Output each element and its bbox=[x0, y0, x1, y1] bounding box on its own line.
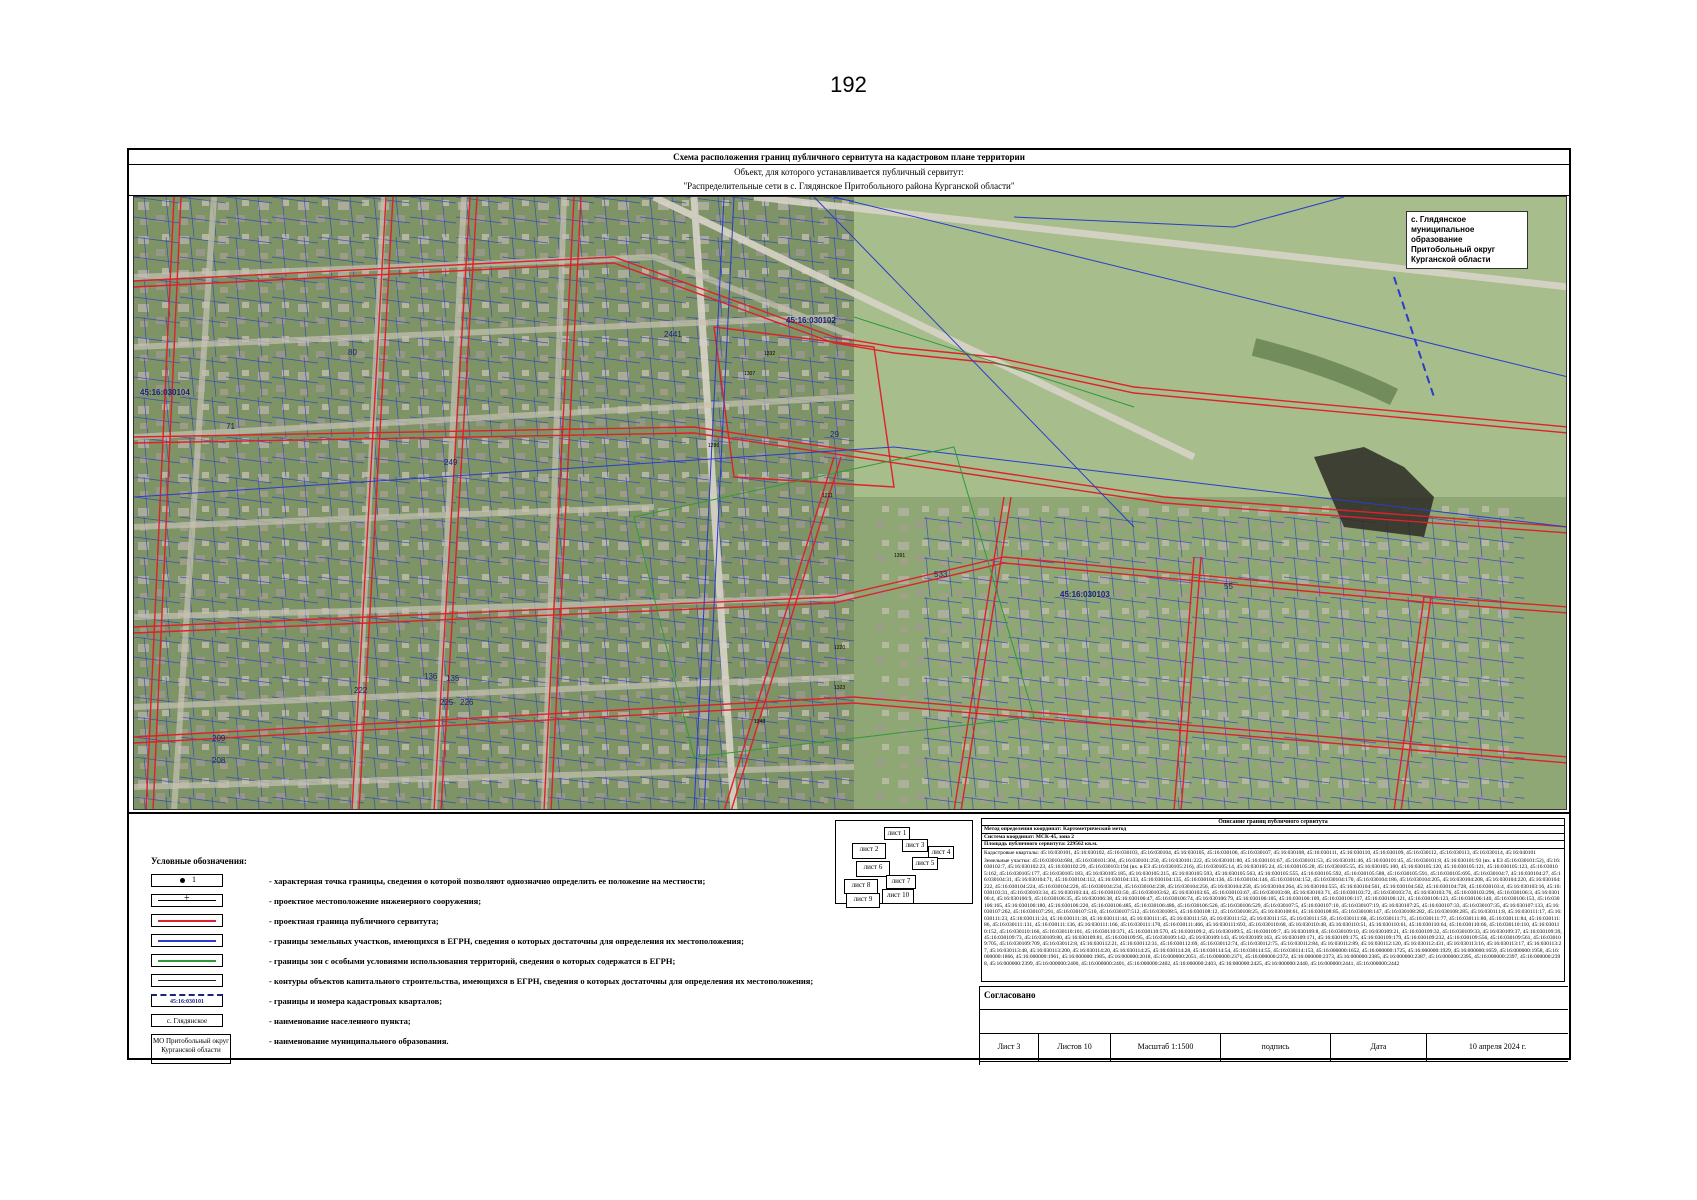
legend-text-engineering: - проектное местоположение инженерного с… bbox=[269, 896, 482, 906]
svg-text:1248: 1248 bbox=[754, 719, 765, 725]
stamp-sheets-total: Листов 10 bbox=[1038, 1033, 1110, 1061]
sheet-tile-10[interactable]: лист 10 bbox=[882, 889, 914, 904]
sheet-tile-6[interactable]: лист 6 bbox=[856, 861, 890, 877]
object-name: "Распределительные сети в с. Глядянское … bbox=[683, 181, 1015, 191]
svg-text:1220: 1220 bbox=[834, 645, 845, 651]
legend-text-municipality: - наименование муниципального образовани… bbox=[269, 1036, 449, 1046]
svg-text:71: 71 bbox=[226, 422, 235, 431]
svg-text:1391: 1391 bbox=[894, 553, 905, 559]
sheets-index-map: лист 1 лист 2 лист 3 лист 4 лист 5 лист … bbox=[835, 820, 973, 908]
buildings-symbol bbox=[151, 974, 223, 987]
sheet-tile-5[interactable]: лист 5 bbox=[912, 857, 938, 870]
point-symbol: 1 bbox=[151, 874, 223, 887]
municipality-symbol: МО Притобольный округ Курганской области bbox=[151, 1034, 231, 1064]
legend-text-zones: - границы зон с особыми условиями исполь… bbox=[269, 956, 676, 966]
stamp-row-info: Лист 3 Листов 10 Масштаб 1:1500 подпись … bbox=[980, 1033, 1568, 1062]
svg-text:1307: 1307 bbox=[744, 371, 755, 377]
point-symbol-number: 1 bbox=[192, 875, 196, 884]
agreed-label: Согласовано bbox=[984, 990, 1036, 1000]
stamp-row-agreed: Согласовано bbox=[980, 987, 1568, 1010]
svg-text:225: 225 bbox=[440, 698, 454, 707]
legend-row-settlement: с. Глядянское - наименование населенного… bbox=[151, 1014, 831, 1030]
legend-row-quarters: 45:16:030101 - границы и номера кадастро… bbox=[151, 994, 831, 1010]
legend-row-zones: - границы зон с особыми условиями исполь… bbox=[151, 954, 831, 970]
sheet-tile-2[interactable]: лист 2 bbox=[852, 843, 886, 859]
quarter-symbol: 45:16:030101 bbox=[151, 994, 223, 1007]
legend-row-municipality: МО Притобольный округ Курганской области… bbox=[151, 1034, 831, 1064]
drawing-sheet: Схема расположения границ публичного сер… bbox=[127, 148, 1571, 1065]
legend-text-settlement: - наименование населенного пункта; bbox=[269, 1016, 411, 1026]
svg-text:222: 222 bbox=[354, 686, 368, 695]
svg-text:226: 226 bbox=[460, 698, 474, 707]
sheet-tile-7[interactable]: лист 7 bbox=[886, 875, 916, 889]
svg-text:45:16:030102: 45:16:030102 bbox=[786, 316, 836, 325]
stamp-scale: Масштаб 1:1500 bbox=[1110, 1033, 1220, 1061]
legend-text-servitude: - проектная граница публичного сервитута… bbox=[269, 916, 439, 926]
legend-text-point: - характерная точка границы, сведения о … bbox=[269, 876, 706, 886]
legend-row-parcels: - границы земельных участков, имеющихся … bbox=[151, 934, 831, 950]
svg-text:45:16:030104: 45:16:030104 bbox=[140, 388, 190, 397]
legend-row-servitude: - проектная граница публичного сервитута… bbox=[151, 914, 831, 930]
svg-text:29: 29 bbox=[830, 430, 839, 439]
legend-row-point: 1 - характерная точка границы, сведения … bbox=[151, 874, 831, 890]
legend-row-engineering: + - проектное местоположение инженерного… bbox=[151, 893, 831, 910]
legend-row-buildings: - контуры объектов капитального строител… bbox=[151, 974, 831, 990]
settlement-symbol: с. Глядянское bbox=[151, 1014, 223, 1027]
legend-text-parcels: - границы земельных участков, имеющихся … bbox=[269, 936, 744, 946]
legend-panel: Условные обозначения: 1 - характерная то… bbox=[129, 812, 1569, 1065]
svg-text:208: 208 bbox=[212, 756, 226, 765]
description-area: Площадь публичного сервитута: 229562 кв.… bbox=[982, 841, 1564, 849]
svg-text:1332: 1332 bbox=[764, 351, 775, 357]
object-caption: Объект, для которого устанавливается пуб… bbox=[734, 167, 964, 177]
servitude-description: Описание границ публичного сервитута Мет… bbox=[981, 818, 1565, 982]
parcels-symbol bbox=[151, 934, 223, 947]
cadastral-map[interactable]: 45:16:030102 45:16:030104 45:16:030103 2… bbox=[133, 196, 1567, 810]
stamp-row-empty bbox=[980, 1009, 1568, 1034]
svg-text:533: 533 bbox=[934, 570, 948, 579]
title-block: Согласовано Лист 3 Листов 10 Масштаб 1:1… bbox=[979, 986, 1568, 1065]
svg-text:136: 136 bbox=[424, 672, 438, 681]
stamp-sheet: Лист 3 bbox=[997, 1042, 1021, 1051]
svg-text:1323: 1323 bbox=[834, 685, 845, 691]
stamp-date: 10 апреля 2024 г. bbox=[1426, 1033, 1568, 1061]
description-quarters: Кадастровые кварталы: 45:16:030101, 45:1… bbox=[984, 849, 1537, 856]
stamp-signature: подпись bbox=[1220, 1033, 1330, 1061]
svg-text:2441: 2441 bbox=[664, 330, 682, 339]
sheet-tile-8[interactable]: лист 8 bbox=[844, 879, 878, 894]
svg-text:55: 55 bbox=[1224, 582, 1233, 591]
zones-symbol bbox=[151, 954, 223, 967]
svg-text:135: 135 bbox=[446, 674, 460, 683]
description-method: Метод определения координат: Картометрич… bbox=[982, 826, 1564, 834]
sheet-title: Схема расположения границ публичного сер… bbox=[129, 150, 1569, 165]
map-canvas: 45:16:030102 45:16:030104 45:16:030103 2… bbox=[134, 197, 1566, 809]
svg-text:80: 80 bbox=[348, 348, 357, 357]
svg-text:45:16:030103: 45:16:030103 bbox=[1060, 590, 1110, 599]
page-number: 192 bbox=[830, 72, 867, 97]
legend-text-quarters: - границы и номера кадастровых кварталов… bbox=[269, 996, 443, 1006]
svg-text:209: 209 bbox=[212, 734, 226, 743]
sheet-tile-3[interactable]: лист 3 bbox=[902, 839, 928, 852]
sheet-tile-9[interactable]: лист 9 bbox=[846, 893, 880, 908]
legend-title: Условные обозначения: bbox=[151, 856, 247, 866]
svg-text:1286: 1286 bbox=[708, 443, 719, 449]
legend-text-buildings: - контуры объектов капитального строител… bbox=[269, 976, 814, 986]
servitude-symbol bbox=[151, 914, 223, 927]
svg-text:249: 249 bbox=[444, 458, 458, 467]
description-parcels: Земельные участки: 45:16:030104:684, 45:… bbox=[984, 858, 1562, 967]
engineering-symbol: + bbox=[151, 893, 223, 907]
object-description: Объект, для которого устанавливается пуб… bbox=[129, 164, 1569, 196]
stamp-date-label: Дата bbox=[1330, 1033, 1426, 1061]
svg-text:1211: 1211 bbox=[822, 493, 833, 499]
municipality-label: с. Глядянское муниципальное образование … bbox=[1406, 211, 1528, 269]
